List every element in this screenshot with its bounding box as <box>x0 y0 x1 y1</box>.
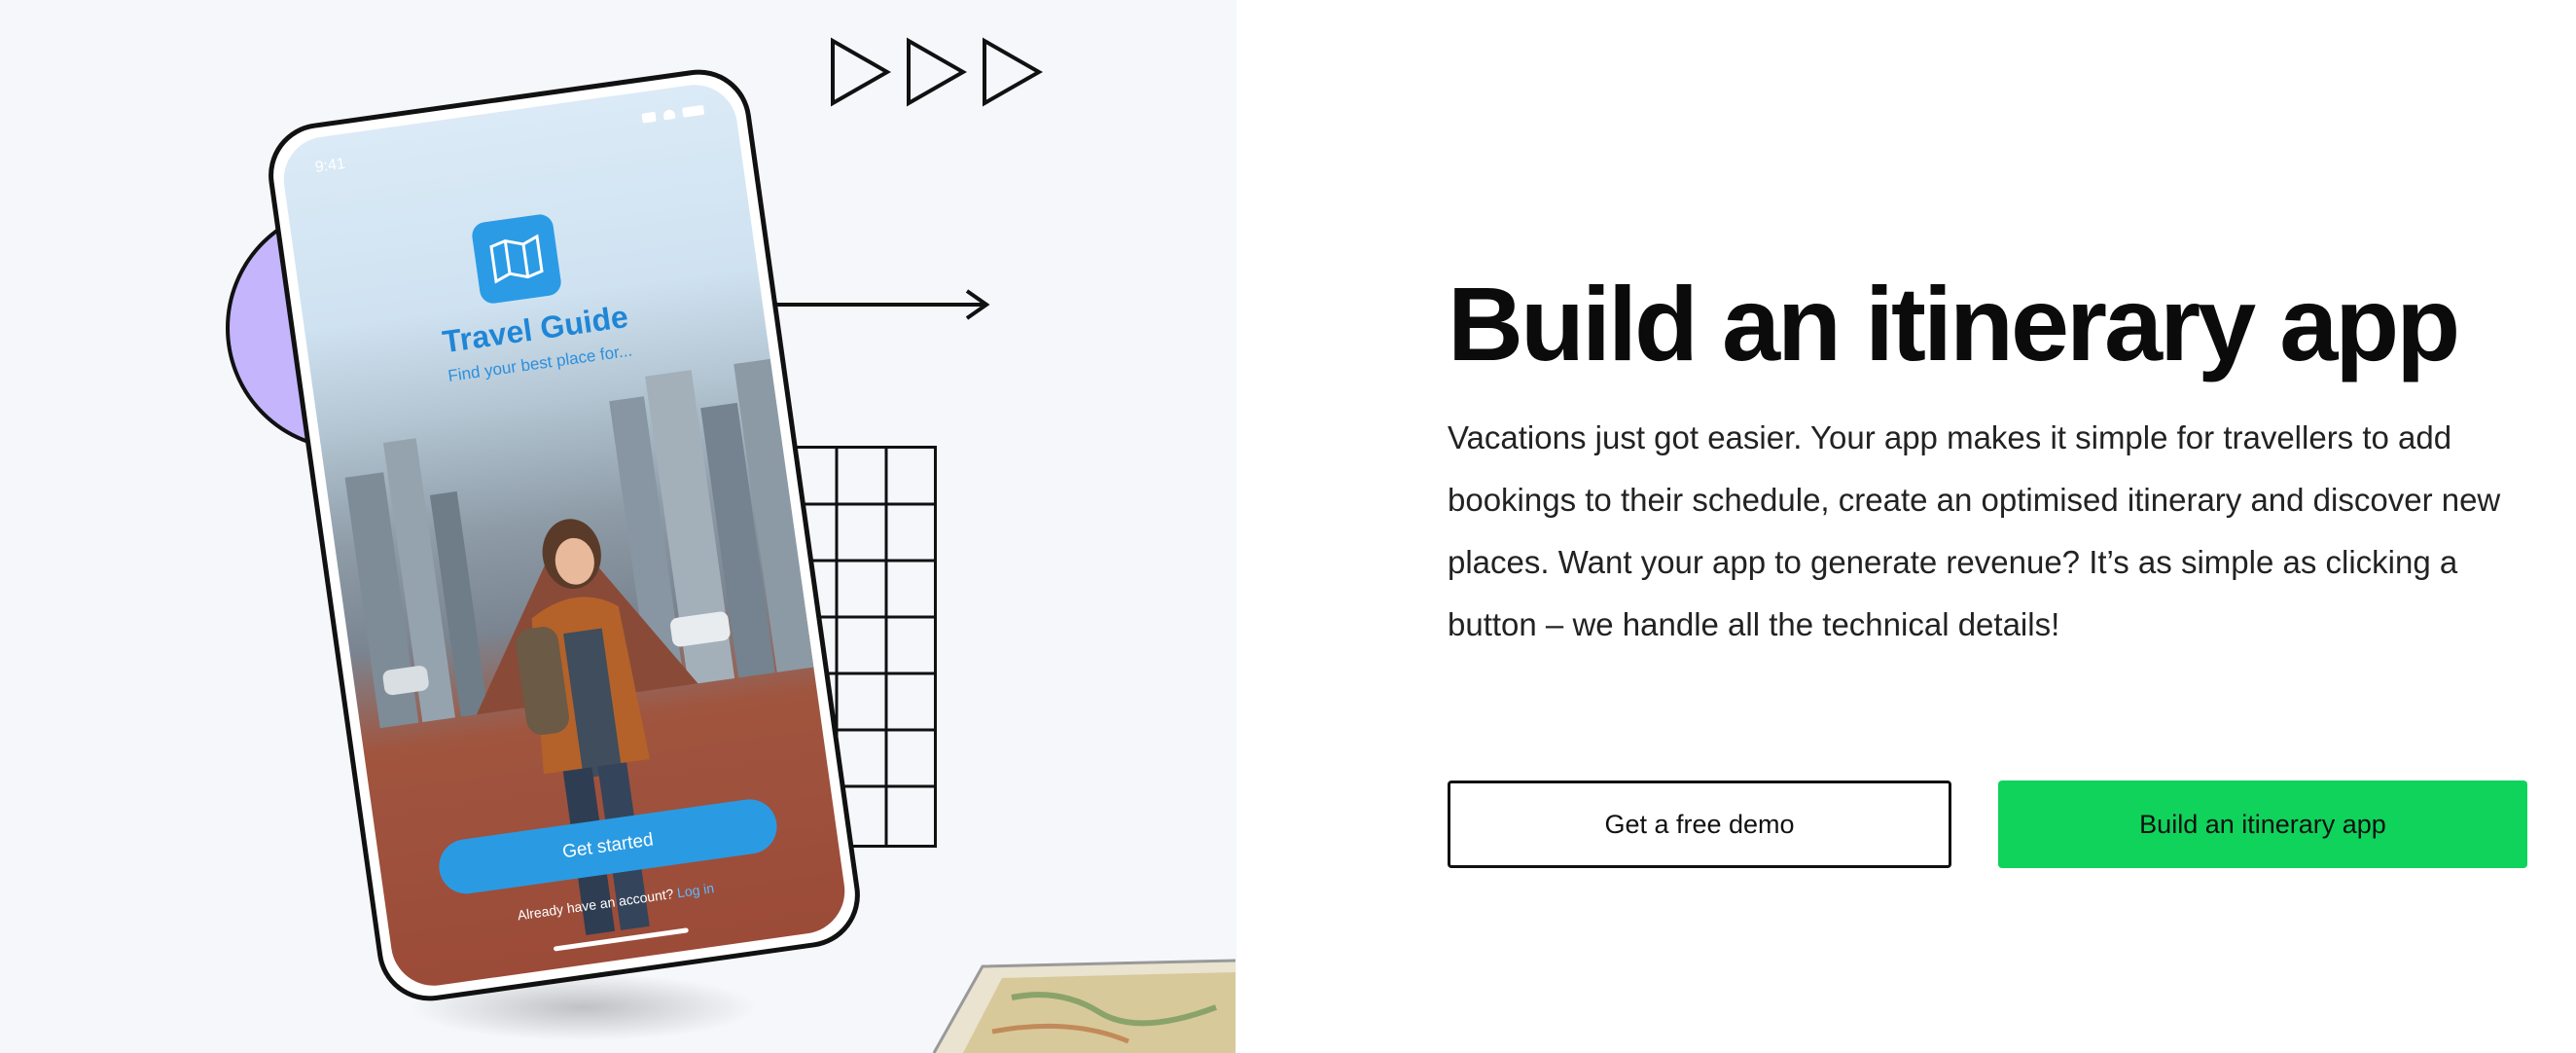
signal-icon <box>641 111 657 124</box>
page-title: Build an itinerary app <box>1448 265 2460 382</box>
phone-mockup: 9:41 Travel Guide Find your best place f… <box>262 62 867 1008</box>
play-triangle-icon <box>907 37 967 107</box>
wifi-icon <box>662 108 676 121</box>
play-triangle-icon <box>983 37 1043 107</box>
map-icon <box>470 212 563 306</box>
status-time: 9:41 <box>313 155 346 176</box>
phone-screen: 9:41 Travel Guide Find your best place f… <box>278 79 850 992</box>
arrow-right-icon <box>759 289 990 320</box>
status-icons <box>641 104 705 124</box>
illustration-panel: 9:41 Travel Guide Find your best place f… <box>0 0 1236 1053</box>
build-app-button[interactable]: Build an itinerary app <box>1998 781 2527 868</box>
map-book-image <box>932 959 1236 1053</box>
hero-description: Vacations just got easier. Your app make… <box>1448 419 2501 642</box>
hero-content: Build an itinerary app Vacations just go… <box>1236 0 2576 1053</box>
play-triangle-icon <box>831 37 891 107</box>
get-demo-button[interactable]: Get a free demo <box>1448 781 1951 868</box>
battery-icon <box>682 104 705 118</box>
